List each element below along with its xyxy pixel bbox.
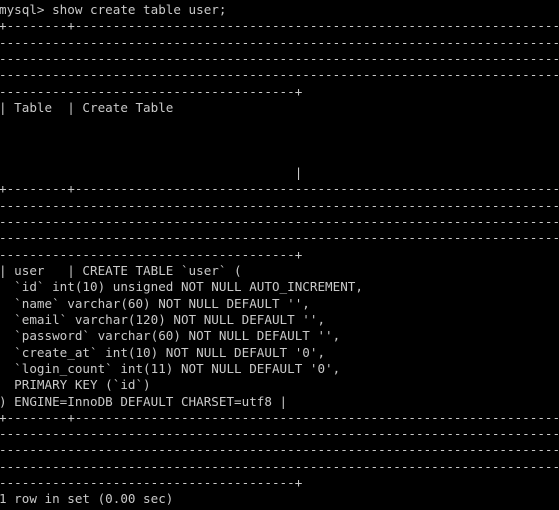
terminal-line: `email` varchar(120) NOT NULL DEFAULT ''… — [0, 311, 326, 327]
terminal-line: +--------+------------------------------… — [0, 181, 559, 197]
terminal-line: ----------------------------------------… — [0, 50, 559, 66]
terminal-line: ---------------------------------------+ — [0, 246, 303, 262]
terminal-line: +--------+------------------------------… — [0, 18, 559, 34]
terminal-window[interactable]: mysql> show create table user; +--------+… — [0, 0, 559, 510]
terminal-line: | Table | Create Table — [0, 99, 174, 115]
terminal-line: `create_at` int(10) NOT NULL DEFAULT '0'… — [0, 344, 326, 360]
terminal-line: ----------------------------------------… — [0, 67, 559, 83]
terminal-line: | user | CREATE TABLE `user` ( — [0, 263, 242, 278]
terminal-line: | — [0, 165, 303, 181]
terminal-line: ----------------------------------------… — [0, 458, 559, 474]
terminal-line: mysql> show create table user; — [0, 2, 227, 17]
terminal-line: +--------+------------------------------… — [0, 409, 559, 425]
terminal-line: `id` int(10) unsigned NOT NULL AUTO_INCR… — [0, 279, 363, 295]
terminal-output: mysql> show create table user; +--------+… — [0, 2, 559, 508]
terminal-line: `name` varchar(60) NOT NULL DEFAULT '', — [0, 295, 310, 311]
terminal-line: ----------------------------------------… — [0, 426, 559, 442]
terminal-line: ----------------------------------------… — [0, 214, 559, 230]
terminal-line: ----------------------------------------… — [0, 197, 559, 213]
terminal-line: `login_count` int(11) NOT NULL DEFAULT '… — [0, 360, 341, 376]
terminal-line: ----------------------------------------… — [0, 34, 559, 50]
terminal-line: ---------------------------------------+ — [0, 83, 303, 99]
terminal-line: ----------------------------------------… — [0, 230, 559, 246]
terminal-line: ----------------------------------------… — [0, 442, 559, 458]
terminal-line: `password` varchar(60) NOT NULL DEFAULT … — [0, 328, 341, 344]
terminal-line: PRIMARY KEY (`id`) — [0, 377, 151, 393]
terminal-line: 1 row in set (0.00 sec) — [0, 491, 174, 507]
terminal-line: ---------------------------------------+ — [0, 475, 303, 491]
terminal-line: ) ENGINE=InnoDB DEFAULT CHARSET=utf8 | — [0, 393, 288, 409]
